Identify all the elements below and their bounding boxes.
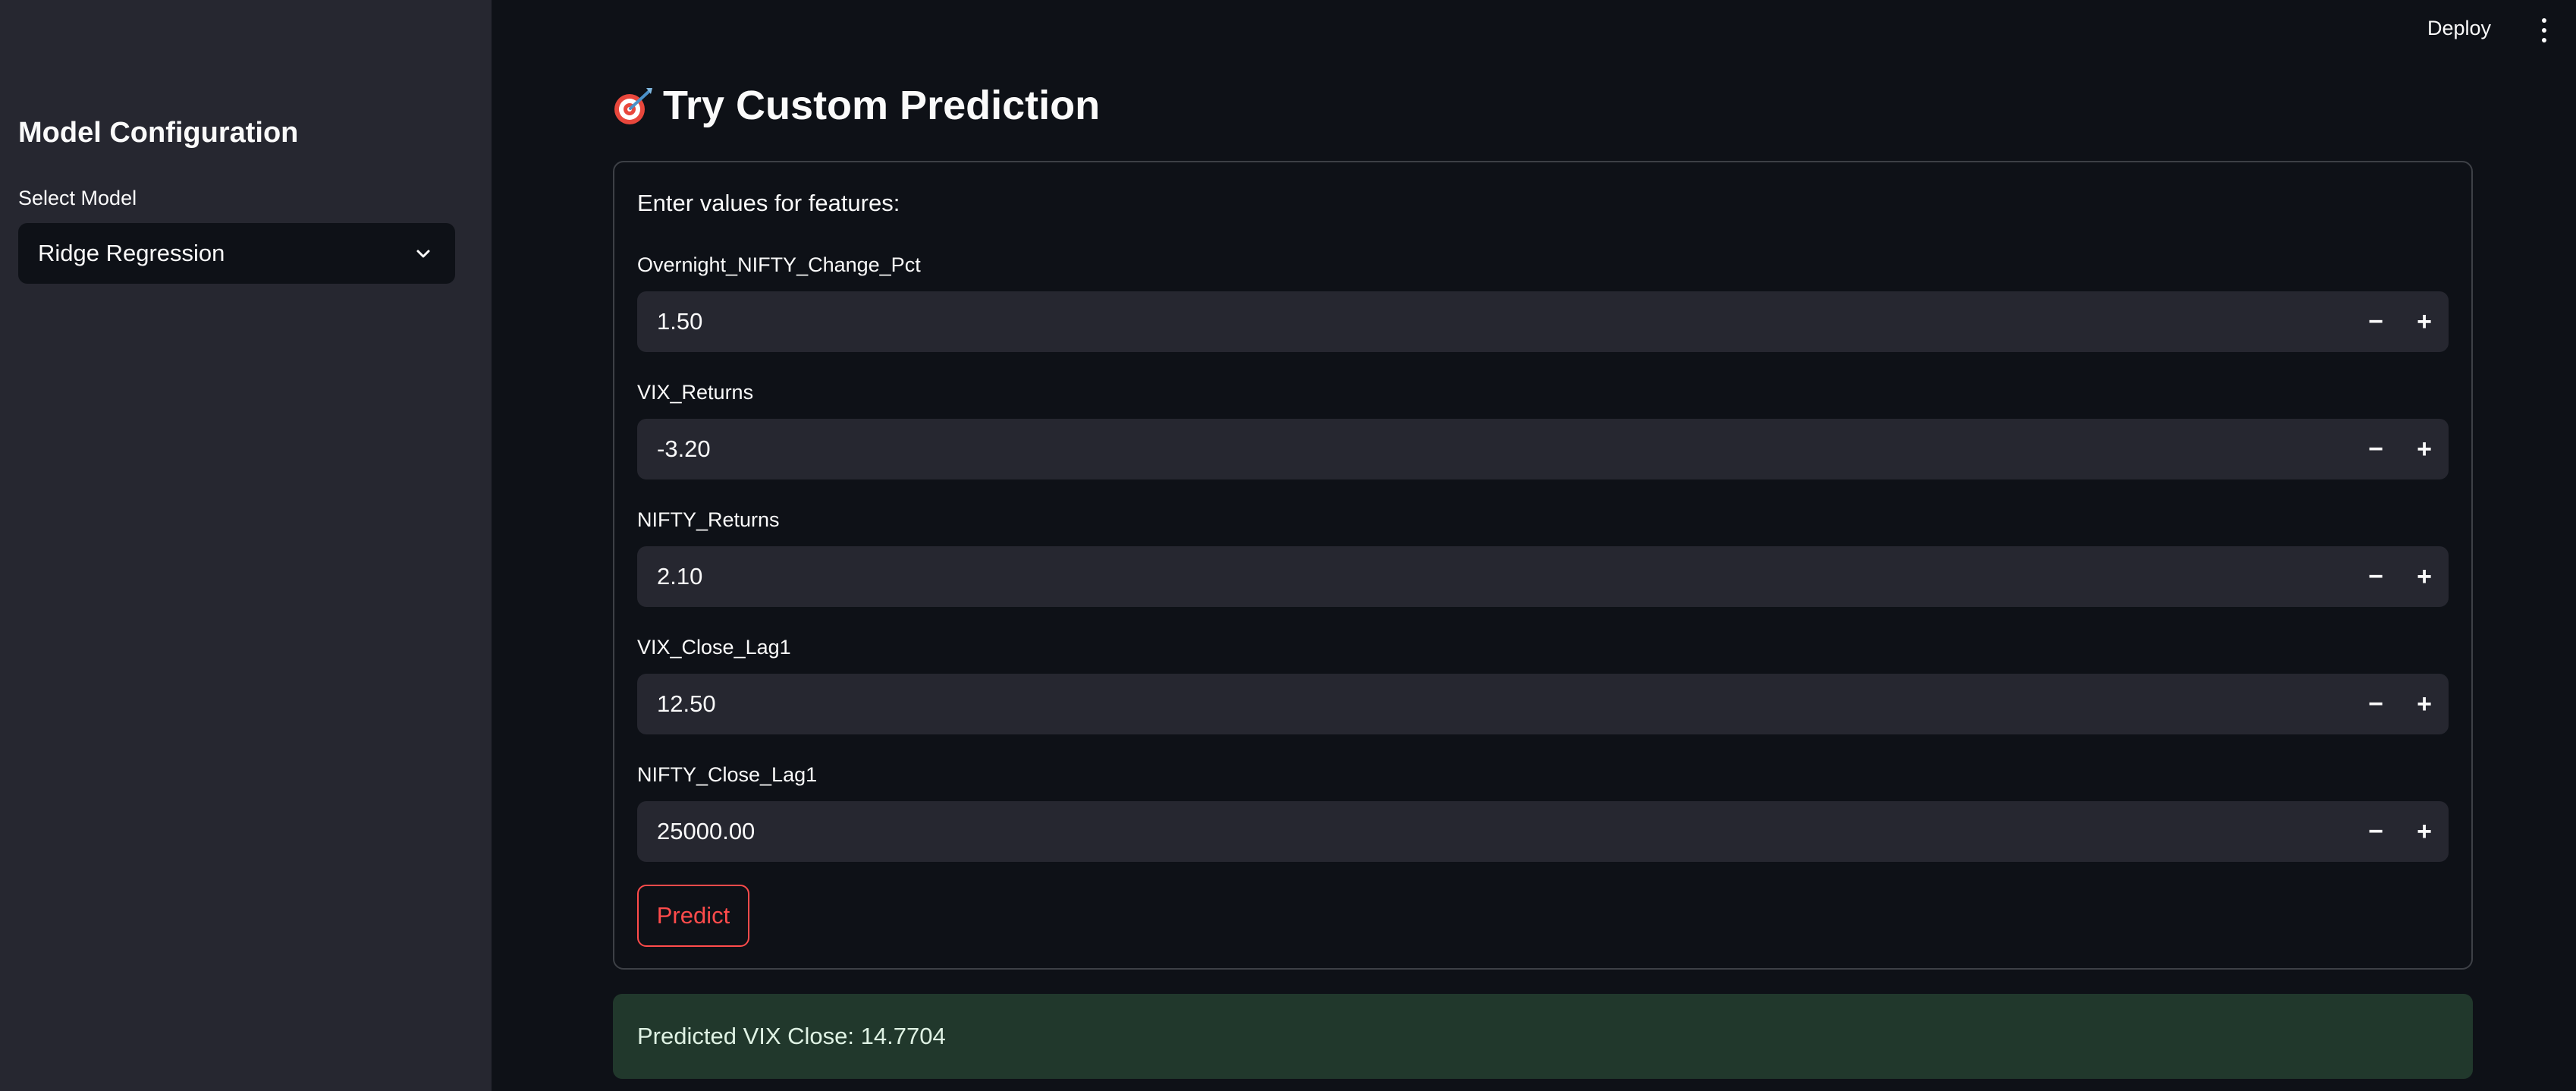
predict-button[interactable]: Predict — [637, 885, 749, 947]
page-title: Try Custom Prediction — [663, 83, 1101, 128]
decrement-button[interactable]: − — [2351, 291, 2400, 352]
model-select[interactable]: Ridge Regression — [18, 223, 455, 284]
field-label-vix-close-lag1: VIX_Close_Lag1 — [637, 636, 791, 659]
decrement-button[interactable]: − — [2351, 546, 2400, 607]
decrement-button[interactable]: − — [2351, 674, 2400, 734]
model-select-value: Ridge Regression — [38, 240, 225, 266]
number-input-value[interactable]: 25000.00 — [637, 818, 2351, 845]
chevron-down-icon — [411, 241, 435, 266]
field-label-nifty-returns: NIFTY_Returns — [637, 508, 780, 531]
select-model-label: Select Model — [18, 187, 137, 209]
increment-button[interactable]: + — [2400, 801, 2449, 862]
decrement-button[interactable]: − — [2351, 419, 2400, 479]
prediction-result-alert: Predicted VIX Close: 14.7704 — [613, 994, 2473, 1079]
number-input-overnight-nifty-change-pct[interactable]: 1.50 − + — [637, 291, 2449, 352]
kebab-menu-icon[interactable] — [2535, 15, 2553, 46]
field-label-vix-returns: VIX_Returns — [637, 381, 754, 404]
deploy-button[interactable]: Deploy — [2427, 17, 2491, 40]
increment-button[interactable]: + — [2400, 291, 2449, 352]
dart-target-icon — [611, 83, 655, 127]
number-input-value[interactable]: -3.20 — [637, 435, 2351, 463]
field-label-overnight-nifty-change-pct: Overnight_NIFTY_Change_Pct — [637, 253, 921, 276]
decrement-button[interactable]: − — [2351, 801, 2400, 862]
number-input-nifty-returns[interactable]: 2.10 − + — [637, 546, 2449, 607]
number-input-value[interactable]: 12.50 — [637, 690, 2351, 718]
field-label-nifty-close-lag1: NIFTY_Close_Lag1 — [637, 763, 818, 786]
number-input-nifty-close-lag1[interactable]: 25000.00 − + — [637, 801, 2449, 862]
number-input-vix-returns[interactable]: -3.20 − + — [637, 419, 2449, 479]
increment-button[interactable]: + — [2400, 546, 2449, 607]
increment-button[interactable]: + — [2400, 419, 2449, 479]
app-root: Model Configuration Select Model Ridge R… — [0, 0, 2576, 1091]
page-heading: Try Custom Prediction — [611, 82, 1100, 129]
increment-button[interactable]: + — [2400, 674, 2449, 734]
number-input-vix-close-lag1[interactable]: 12.50 − + — [637, 674, 2449, 734]
sidebar: Model Configuration Select Model Ridge R… — [0, 0, 492, 1091]
form-intro-text: Enter values for features: — [637, 190, 900, 216]
prediction-result-text: Predicted VIX Close: 14.7704 — [637, 1023, 946, 1049]
sidebar-title: Model Configuration — [18, 117, 299, 149]
number-input-value[interactable]: 2.10 — [637, 563, 2351, 590]
prediction-form: Enter values for features: Overnight_NIF… — [613, 161, 2473, 970]
number-input-value[interactable]: 1.50 — [637, 308, 2351, 335]
